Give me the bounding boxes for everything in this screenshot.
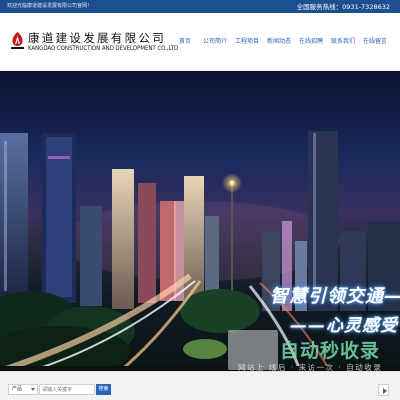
- hero-banner: 智慧引领交通—— ——心灵感受: [0, 71, 400, 371]
- nav-jobs[interactable]: 在线招聘: [296, 13, 326, 71]
- company-name-cn[interactable]: 康道建设发展有限公司: [28, 30, 166, 46]
- nav-about[interactable]: 公司简介: [200, 13, 230, 71]
- nav-message[interactable]: 在线留言: [360, 13, 390, 71]
- site-header: 康道建设发展有限公司 KANGDAO CONSTRUCTION AND DEVE…: [0, 13, 400, 71]
- main-navigation: 首页 公司简介 工程项目 新闻动态 在线招聘 联系我们 在线留言: [170, 13, 400, 71]
- chevron-right-icon: [382, 388, 387, 394]
- watermark-title: 自动秒收录: [280, 340, 381, 362]
- banner-slogan-line1: 智慧引领交通——: [270, 286, 400, 307]
- company-name-en: KANGDAO CONSTRUCTION AND DEVELOPMENT CO.…: [28, 45, 179, 52]
- nav-home[interactable]: 首页: [170, 13, 200, 71]
- search-category-value: 产品: [12, 386, 23, 392]
- scroll-next-button[interactable]: [378, 384, 389, 396]
- watermark: 自动秒收录 网站上 线后 · 来访一次 · 自动收录: [228, 330, 400, 374]
- search-category-select[interactable]: 产品: [8, 384, 38, 395]
- service-hotline: 全国服务热线：0931-7328632: [296, 3, 390, 11]
- company-logo-icon[interactable]: [11, 31, 24, 49]
- nav-news[interactable]: 新闻动态: [264, 13, 294, 71]
- search-input[interactable]: [39, 384, 95, 395]
- nav-contact[interactable]: 联系我们: [328, 13, 358, 71]
- top-bar: 欢迎光临康道建设发展有限公司官网！ 全国服务热线：0931-7328632: [0, 0, 400, 13]
- nav-projects[interactable]: 工程项目: [232, 13, 262, 71]
- welcome-text: 欢迎光临康道建设发展有限公司官网！: [7, 3, 93, 9]
- search-bar: 产品 搜索: [0, 371, 400, 400]
- search-button[interactable]: 搜索: [96, 384, 111, 395]
- chevron-down-icon: [31, 388, 35, 391]
